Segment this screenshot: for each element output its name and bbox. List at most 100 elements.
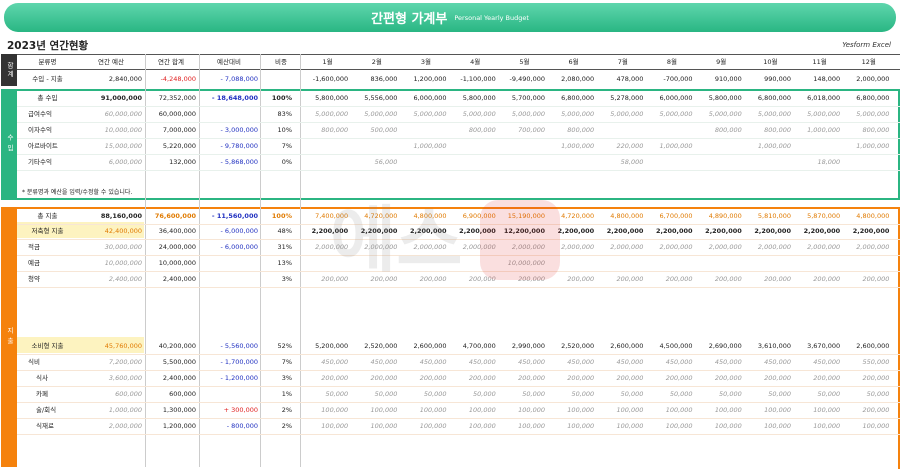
- row-month-3: 2,000,000: [413, 243, 447, 251]
- row-month-3: 1,200,000: [413, 75, 447, 83]
- row-month-10: 1,000,000: [757, 142, 791, 150]
- row-diff: - 1,700,000: [220, 358, 259, 366]
- row-month-5: [500, 138, 545, 154]
- header-total: 연간 합계: [158, 58, 184, 66]
- consume-item-row: 식재료 2,000,000 1,200,000- 800,000 2% 100,000 1…: [0, 418, 900, 434]
- row-month-8: 100,000: [665, 406, 693, 414]
- row-total: 1,200,000: [162, 422, 196, 430]
- row-month-9: 50,000: [719, 390, 742, 398]
- row-month-2: 836,000: [370, 75, 398, 83]
- row-ratio: 3%: [281, 374, 292, 382]
- row-month-8: 6,000,000: [659, 94, 693, 102]
- header-diff: 예산대비: [217, 58, 241, 66]
- row-month-6: [549, 255, 594, 271]
- row-month-10: 450,000: [764, 358, 791, 366]
- row-month-6: [549, 154, 594, 170]
- row-month-2: 200,000: [370, 374, 398, 382]
- row-month-12: [844, 154, 889, 170]
- row-month-7: 100,000: [616, 406, 644, 414]
- row-month-11: 200,000: [813, 374, 841, 382]
- row-month-1: 800,000: [321, 126, 349, 134]
- row-month-9: [697, 138, 742, 154]
- row-month-2: [352, 138, 397, 154]
- row-ratio: 48%: [277, 227, 292, 235]
- row-month-1: 200,000: [321, 374, 349, 382]
- row-month-5: 5,700,000: [511, 94, 545, 102]
- row-total: 5,220,000: [162, 142, 196, 150]
- row-month-10: [746, 154, 791, 170]
- row-month-12: 200,000: [862, 275, 890, 283]
- row-diff: [198, 271, 258, 287]
- header-month-1: 1월: [322, 58, 333, 66]
- row-month-9: 910,000: [714, 75, 742, 83]
- row-month-9: 2,200,000: [705, 227, 742, 235]
- header-month-10: 10월: [763, 58, 778, 66]
- row-month-8: 450,000: [665, 358, 693, 366]
- row-month-2: 50,000: [374, 390, 398, 398]
- row-month-2: 2,200,000: [360, 227, 398, 235]
- row-month-6: 100,000: [567, 406, 595, 414]
- row-month-4: 50,000: [473, 390, 496, 398]
- expense-total-row: 총 지출 88,160,000 76,600,000 - 11,560,000 100%…: [0, 208, 900, 224]
- row-month-5: 5,000,000: [511, 110, 545, 118]
- row-month-9: 200,000: [714, 374, 742, 382]
- row-budget: 42,400,000: [104, 227, 142, 235]
- header-month-7: 7월: [617, 58, 628, 66]
- header-month-4: 4월: [470, 58, 481, 66]
- row-month-11: 450,000: [813, 358, 841, 366]
- row-month-4: [451, 255, 496, 271]
- row-divider: [17, 434, 900, 435]
- saving-total-row: 저축형 지출 42,400,000 36,400,000 - 6,000,000 48%…: [0, 223, 900, 239]
- row-month-4: 100,000: [468, 422, 496, 430]
- saving-item-row: 예금 10,000,000 10,000,000 13% 10,000,000: [0, 255, 900, 271]
- row-month-4: 5,800,000: [462, 94, 496, 102]
- row-month-12: 4,800,000: [856, 212, 890, 220]
- row-label: 예금: [28, 259, 40, 267]
- row-label: 급여수익: [28, 110, 52, 118]
- row-month-11: 2,200,000: [803, 227, 841, 235]
- row-month-2: 450,000: [370, 358, 398, 366]
- income-note: * 분류명과 예산을 입력/수정할 수 있습니다.: [22, 189, 133, 196]
- row-month-4: [451, 138, 496, 154]
- row-month-1: 7,400,000: [315, 212, 349, 220]
- header-ratio: 비중: [275, 58, 287, 66]
- row-month-10: 6,800,000: [757, 94, 791, 102]
- header-budget: 연간 예산: [98, 58, 124, 66]
- row-month-11: 18,000: [817, 158, 841, 166]
- header-month-9: 9월: [716, 58, 727, 66]
- header-category: 분류명: [38, 58, 57, 66]
- row-budget: 30,000,000: [104, 243, 142, 251]
- row-diff: - 6,000,000: [220, 227, 259, 235]
- row-month-3: 2,200,000: [409, 227, 447, 235]
- row-month-3: [401, 255, 446, 271]
- row-budget: 600,000: [115, 390, 142, 398]
- row-month-7: [598, 122, 643, 138]
- row-month-2: [352, 255, 397, 271]
- row-month-4: 450,000: [468, 358, 496, 366]
- row-label: 수입 - 지출: [32, 75, 63, 83]
- row-budget: 2,400,000: [108, 275, 142, 283]
- row-month-11: 6,018,000: [807, 94, 841, 102]
- row-month-5: 100,000: [518, 422, 545, 430]
- row-month-6: 6,800,000: [561, 94, 595, 102]
- income-item-row: 이자수익 10,000,000 7,000,000 - 3,000,000 10% 800…: [0, 122, 900, 138]
- consume-item-row: 술/회식 1,000,000 1,300,000 + 300,000 2% 100,000…: [0, 402, 900, 418]
- row-month-2: 56,000: [374, 158, 398, 166]
- row-diff: - 800,000: [226, 422, 258, 430]
- row-month-11: 100,000: [813, 422, 841, 430]
- consume-total-row: 소비형 지출 45,760,000 40,200,000 - 5,560,000 52%…: [0, 338, 900, 354]
- header-month-12: 12월: [861, 58, 876, 66]
- row-month-12: 2,200,000: [852, 227, 890, 235]
- row-month-10: 800,000: [764, 126, 791, 134]
- row-label: 아르바이트: [28, 142, 58, 150]
- row-month-11: 200,000: [813, 275, 841, 283]
- header-month-3: 3월: [420, 58, 432, 66]
- row-month-9: [697, 154, 742, 170]
- row-month-1: 450,000: [321, 358, 349, 366]
- row-month-7: 220,000: [616, 142, 644, 150]
- row-budget: 91,000,000: [100, 94, 142, 102]
- row-month-8: [647, 255, 692, 271]
- row-month-8: -700,000: [663, 75, 693, 83]
- row-month-5: 700,000: [518, 126, 545, 134]
- row-month-11: 1,000,000: [807, 126, 841, 134]
